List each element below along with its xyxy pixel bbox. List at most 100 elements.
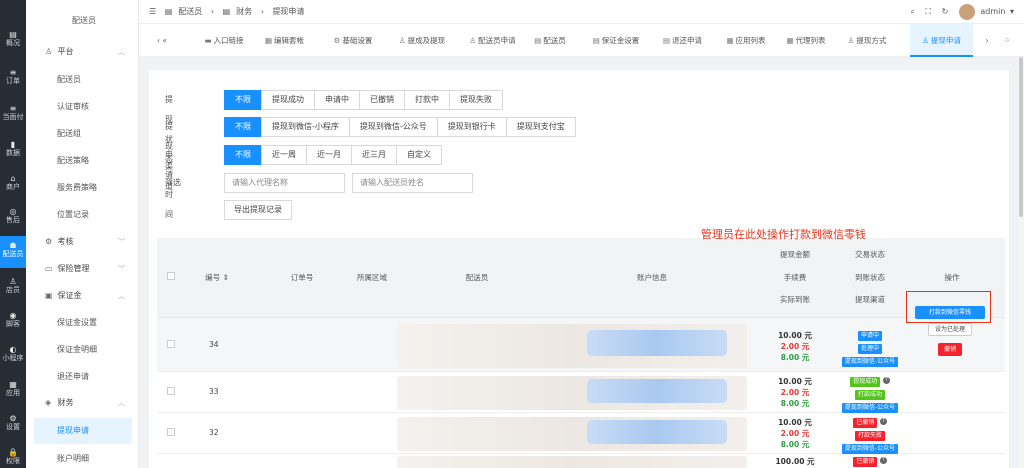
status-option-applying[interactable]: 申请中 — [314, 90, 360, 110]
row-checkbox[interactable] — [167, 340, 175, 350]
time-option-week[interactable]: 近一周 — [261, 145, 307, 165]
sidebar-group-deposit[interactable]: ▣ 保证金 ︿ — [26, 283, 139, 309]
channel-option-all[interactable]: 不限 — [224, 117, 262, 137]
breadcrumb-item[interactable]: 配送员 — [178, 7, 202, 16]
revoke-button[interactable]: 撤销 — [937, 343, 962, 356]
col-account: 账户信息 — [637, 273, 667, 282]
help-icon[interactable]: ? — [879, 457, 887, 464]
status-option-success[interactable]: 提现成功 — [261, 90, 315, 110]
grid-icon: ⁘ — [1003, 36, 1011, 45]
col-trade-status: 交易状态 — [855, 250, 885, 259]
breadcrumb-item[interactable]: 财务 — [236, 7, 252, 16]
tab-menu[interactable]: ⁘ — [999, 24, 1015, 57]
menu-fold-icon[interactable]: ☰ — [149, 7, 156, 16]
courier-apply-icon: ♙ — [469, 36, 477, 45]
settings-icon: ⚙ — [9, 414, 17, 423]
rail-item-miniapp[interactable]: ◐ 小程序 — [0, 345, 26, 363]
tab-scroll-left[interactable]: ‹ « — [147, 24, 177, 57]
status-option-paying[interactable]: 打款中 — [404, 90, 450, 110]
search-icon[interactable]: ⌕ — [910, 7, 914, 16]
time-option-month[interactable]: 近一月 — [306, 145, 352, 165]
rail-item-facepay[interactable]: ≡ 当面付 — [0, 104, 26, 122]
tab-edit-package[interactable]: ▦ 编辑套帐 — [256, 24, 313, 57]
rail-item-courier[interactable]: ☗ 配送员 — [0, 236, 26, 268]
redacted-account — [587, 379, 727, 403]
help-icon[interactable]: ? — [882, 377, 890, 384]
rail-item-clerk[interactable]: ♙ 店员 — [0, 277, 26, 295]
courier-name-input[interactable]: 请输入配送员姓名 — [352, 173, 473, 193]
sidebar-item-verify[interactable]: 认证审核 — [26, 94, 139, 120]
rail-item-apps[interactable]: ▦ 应用 — [0, 380, 26, 398]
sidebar-item-group[interactable]: 配送组 — [26, 121, 139, 147]
time-option-3months[interactable]: 近三月 — [351, 145, 397, 165]
tab-courier[interactable]: ▤ 配送员 — [529, 24, 571, 57]
time-option-all[interactable]: 不限 — [224, 145, 262, 165]
sidebar-item-location[interactable]: 位置记录 — [26, 202, 139, 228]
sidebar-item-strategy[interactable]: 配送策略 — [26, 148, 139, 174]
sidebar-item-deposit-settings[interactable]: 保证金设置 — [26, 310, 139, 336]
scrollbar-thumb[interactable] — [1019, 57, 1023, 217]
tab-scroll-right[interactable]: › — [979, 24, 995, 57]
sidebar-group-finance[interactable]: ◈ 财务 ︿ — [26, 390, 139, 416]
rail-item-settings[interactable]: ⚙ 设置 — [0, 414, 26, 432]
help-icon[interactable]: ? — [879, 418, 887, 425]
col-id[interactable]: 编号 ⇕ — [197, 272, 237, 283]
channel-badge: 提现到微信-公众号 — [841, 357, 899, 367]
sidebar-group-platform[interactable]: ♙ 平台 ︿ — [26, 39, 139, 65]
table-row: 100.00 元 已撤销 ? — [157, 454, 1005, 468]
chevron-down-icon[interactable]: ▾ — [1010, 7, 1014, 16]
tab-entry-link[interactable]: ▬ 入口链接 — [194, 24, 254, 57]
tab-courier-apply[interactable]: ♙ 配送员申请 — [459, 24, 526, 57]
sidebar-group-assess[interactable]: ⚙ 考核 ﹀ — [26, 229, 139, 255]
sidebar-title: 配送员 — [72, 16, 96, 25]
row-checkbox[interactable] — [167, 387, 175, 397]
tab-refund-apply[interactable]: ▤ 退还申请 — [658, 24, 707, 57]
rail-item-aftersale[interactable]: ◎ 售后 — [0, 207, 26, 225]
sidebar-item-deposit-detail[interactable]: 保证金明细 — [26, 337, 139, 363]
rail-label: 数据 — [6, 149, 20, 157]
sidebar-item-fee-strategy[interactable]: 服务费策略 — [26, 175, 139, 201]
status-option-cancelled[interactable]: 已撤销 — [359, 90, 405, 110]
channel-option-bank[interactable]: 提现到银行卡 — [436, 117, 507, 137]
sidebar-item-refund[interactable]: 退还申请 — [26, 364, 139, 390]
rail-item-permission[interactable]: 🔒 权限 — [0, 448, 26, 466]
status-option-failed[interactable]: 提现失败 — [449, 90, 503, 110]
channel-option-alipay[interactable]: 提现到支付宝 — [505, 117, 576, 137]
time-option-custom[interactable]: 自定义 — [396, 145, 442, 165]
select-all-checkbox[interactable] — [167, 272, 175, 282]
tab-basic-settings[interactable]: ⚙ 基础设置 — [321, 24, 385, 57]
sidebar-group-insurance[interactable]: ▭ 保险管理 ﹀ — [26, 256, 139, 282]
sidebar-item-withdraw[interactable]: 提现申请 — [34, 418, 132, 444]
page-scrollbar[interactable] — [1018, 57, 1024, 468]
arrival-status-badge: 处理中 — [857, 344, 882, 354]
mark-processed-button[interactable]: 设为已处理 — [927, 323, 972, 336]
status-option-all[interactable]: 不限 — [224, 90, 262, 110]
breadcrumb-sep: › — [260, 7, 264, 16]
annotation-highlight-box — [906, 291, 991, 323]
tab-commission[interactable]: ♙ 提成及提现 — [393, 24, 451, 57]
row-checkbox[interactable] — [167, 428, 175, 438]
fullscreen-icon[interactable]: ⛶ — [925, 7, 931, 16]
rail-item-data[interactable]: ▮ 数据 — [0, 140, 26, 158]
group-label: 保证金 — [57, 291, 82, 300]
sidebar-item-account-detail[interactable]: 账户明细 — [26, 446, 139, 468]
tab-withdraw-apply[interactable]: ♙ 提现申请 — [910, 24, 973, 57]
channel-option-wx-mini[interactable]: 提现到微信-小程序 — [261, 117, 350, 137]
rail-item-customer[interactable]: ◉ 脚客 — [0, 311, 26, 329]
amount-block: 100.00 元 — [765, 456, 825, 467]
rail-item-merchant[interactable]: ⌂ 商户 — [0, 174, 26, 192]
tab-withdraw-method[interactable]: ♙ 提现方式 — [841, 24, 893, 57]
avatar[interactable] — [958, 3, 975, 20]
channel-option-wx-mp[interactable]: 提现到微信-公众号 — [348, 117, 438, 137]
agent-name-input[interactable]: 请输入代理名称 — [224, 173, 345, 193]
tab-agent-list[interactable]: ▦ 代理列表 — [780, 24, 832, 57]
actual-value: 8.00 元 — [780, 399, 810, 408]
user-name[interactable]: admin — [980, 7, 1005, 16]
sidebar-item-courier[interactable]: 配送员 — [26, 67, 139, 93]
export-button[interactable]: 导出提现记录 — [224, 200, 292, 220]
tab-deposit-settings[interactable]: ▤ 保证金设置 — [587, 24, 645, 57]
rail-item-orders[interactable]: ≡ 订单 — [0, 68, 26, 86]
tab-app-list[interactable]: ▦ 应用列表 — [722, 24, 770, 57]
rail-item-overview[interactable]: ▤ 概况 — [0, 30, 26, 48]
refresh-icon[interactable]: ↻ — [942, 7, 949, 16]
